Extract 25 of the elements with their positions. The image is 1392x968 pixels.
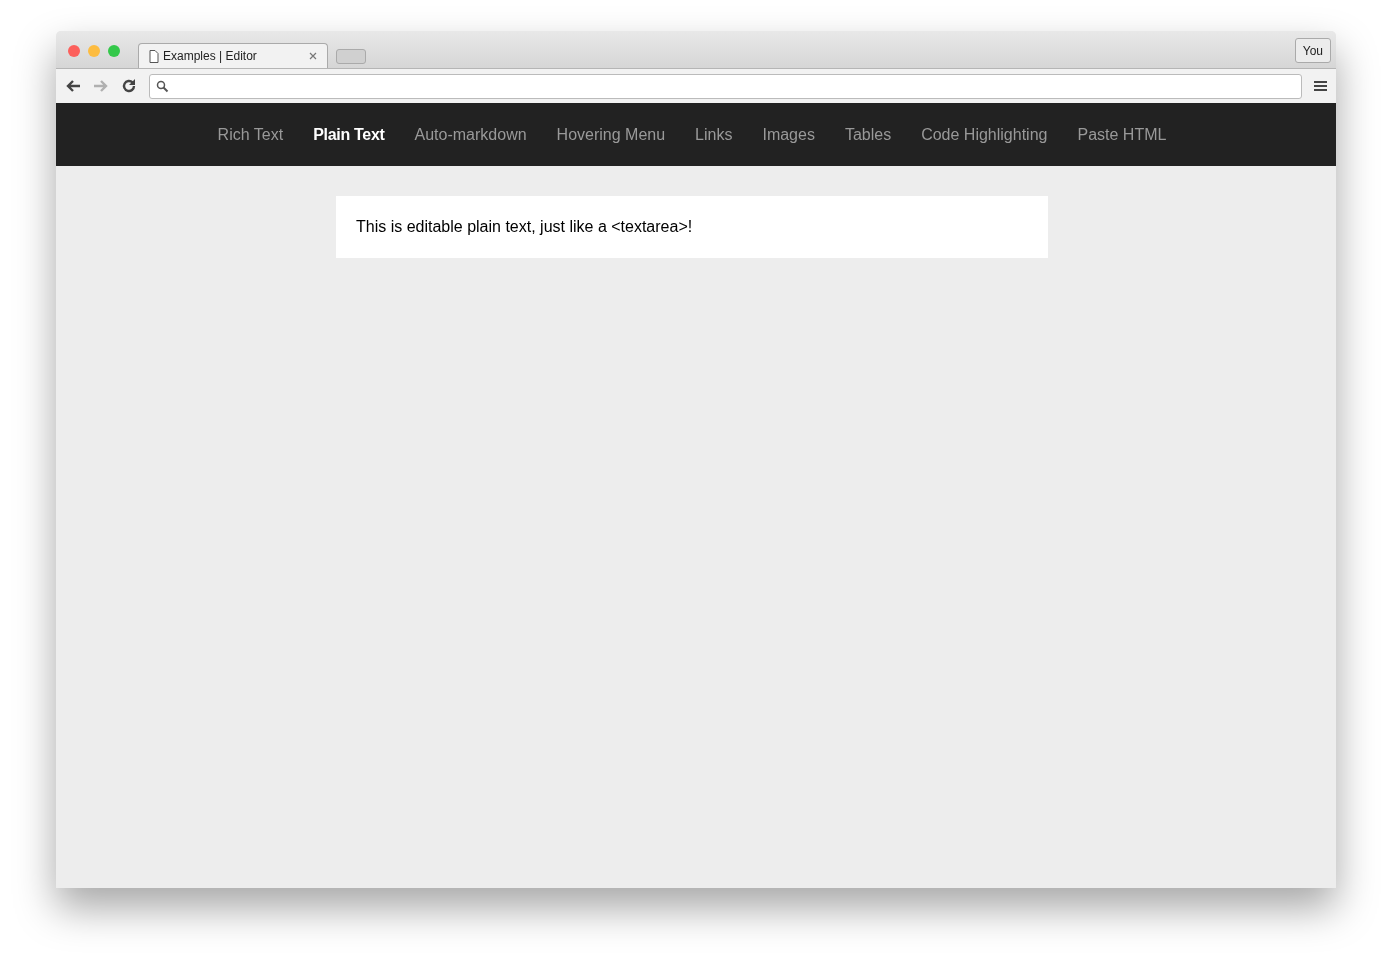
editor-text: This is editable plain text, just like a <textarea>! [356, 217, 693, 237]
nav-link[interactable]: Images [762, 122, 815, 147]
close-window-icon[interactable] [68, 45, 80, 57]
nav-link[interactable]: Plain Text [313, 122, 385, 147]
nav-link[interactable]: Tables [844, 122, 892, 147]
close-icon[interactable] [309, 52, 317, 60]
profile-button[interactable]: You [1294, 38, 1331, 63]
nav-link[interactable]: Paste HTML [1077, 122, 1167, 147]
reload-icon[interactable] [121, 78, 137, 94]
nav-link[interactable]: Code Highlighting [921, 122, 1048, 147]
nav-link[interactable]: Links [695, 122, 733, 147]
search-icon [156, 79, 169, 93]
nav-link[interactable]: Hovering Menu [556, 122, 666, 147]
nav-link[interactable]: Rich Text [217, 122, 284, 147]
browser-tab[interactable]: Examples | Editor [138, 43, 328, 68]
address-bar[interactable] [149, 73, 1302, 99]
new-tab-button[interactable] [336, 49, 366, 64]
menu-icon[interactable] [1314, 80, 1327, 92]
nav-link[interactable]: Auto-markdown [414, 122, 527, 147]
document-icon [149, 49, 159, 63]
editor-area[interactable]: This is editable plain text, just like a <textarea>! [336, 196, 1048, 258]
back-arrow-icon[interactable] [65, 79, 81, 93]
tab-title: Examples | Editor [163, 48, 258, 65]
zoom-window-icon[interactable] [108, 45, 120, 57]
minimize-window-icon[interactable] [88, 45, 100, 57]
